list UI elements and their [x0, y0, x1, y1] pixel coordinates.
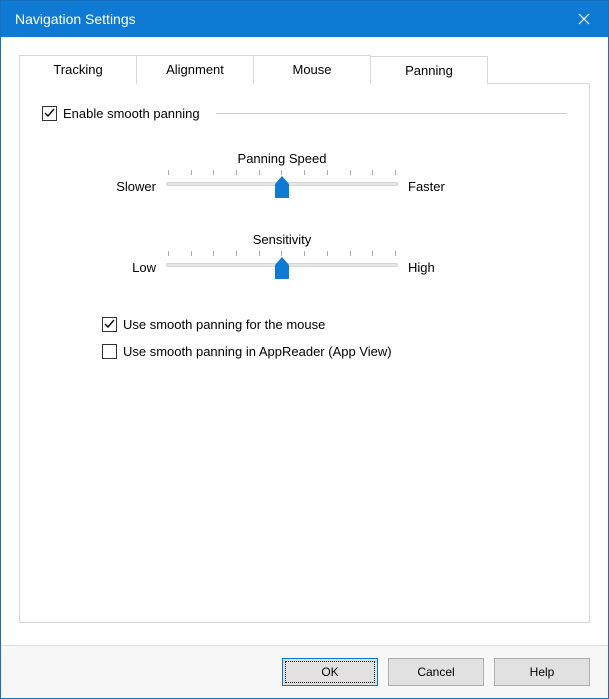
panning-speed-row: Slower Faster: [102, 170, 462, 202]
close-icon: [578, 13, 590, 25]
separator: [216, 113, 567, 114]
smooth-appreader-checkbox[interactable]: [102, 344, 117, 359]
tab-panel-panning: Enable smooth panning Panning Speed Slow…: [19, 83, 590, 623]
button-bar: OK Cancel Help: [1, 645, 608, 698]
settings-window: Navigation Settings Tracking Alignment M…: [0, 0, 609, 699]
tab-label: Tracking: [53, 62, 102, 77]
content-area: Tracking Alignment Mouse Panning Enable …: [1, 37, 608, 645]
panning-speed-title: Panning Speed: [102, 151, 462, 166]
tab-panning[interactable]: Panning: [370, 56, 488, 85]
smooth-mouse-checkbox[interactable]: [102, 317, 117, 332]
tab-strip: Tracking Alignment Mouse Panning: [19, 55, 590, 84]
check-icon: [44, 108, 55, 119]
enable-smooth-panning-checkbox[interactable]: [42, 106, 57, 121]
slider-thumb[interactable]: [275, 257, 289, 279]
check-icon: [104, 319, 115, 330]
sensitivity-slider[interactable]: [166, 251, 398, 283]
sensitivity-group: Sensitivity Low High: [102, 232, 462, 283]
smooth-mouse-label: Use smooth panning for the mouse: [123, 317, 325, 332]
sensitivity-title: Sensitivity: [102, 232, 462, 247]
sensitivity-right-label: High: [408, 260, 462, 275]
tab-label: Panning: [405, 63, 453, 78]
help-button[interactable]: Help: [494, 658, 590, 686]
slider-thumb[interactable]: [275, 176, 289, 198]
sensitivity-row: Low High: [102, 251, 462, 283]
tab-label: Mouse: [292, 62, 331, 77]
tab-alignment[interactable]: Alignment: [136, 55, 254, 84]
smooth-mouse-row: Use smooth panning for the mouse: [102, 317, 567, 332]
smooth-appreader-label: Use smooth panning in AppReader (App Vie…: [123, 344, 392, 359]
tab-mouse[interactable]: Mouse: [253, 55, 371, 84]
panning-speed-group: Panning Speed Slower F: [102, 151, 462, 202]
ok-button[interactable]: OK: [282, 658, 378, 686]
window-title: Navigation Settings: [15, 11, 560, 27]
enable-smooth-panning-label: Enable smooth panning: [63, 106, 200, 121]
smooth-appreader-row: Use smooth panning in AppReader (App Vie…: [102, 344, 567, 359]
tab-tracking[interactable]: Tracking: [19, 55, 137, 84]
tab-label: Alignment: [166, 62, 224, 77]
close-button[interactable]: [560, 1, 608, 37]
panning-speed-left-label: Slower: [102, 179, 156, 194]
panning-speed-right-label: Faster: [408, 179, 462, 194]
titlebar: Navigation Settings: [1, 1, 608, 37]
panning-speed-slider[interactable]: [166, 170, 398, 202]
cancel-button[interactable]: Cancel: [388, 658, 484, 686]
enable-row: Enable smooth panning: [42, 106, 567, 121]
sensitivity-left-label: Low: [102, 260, 156, 275]
sub-options: Use smooth panning for the mouse Use smo…: [102, 317, 567, 359]
